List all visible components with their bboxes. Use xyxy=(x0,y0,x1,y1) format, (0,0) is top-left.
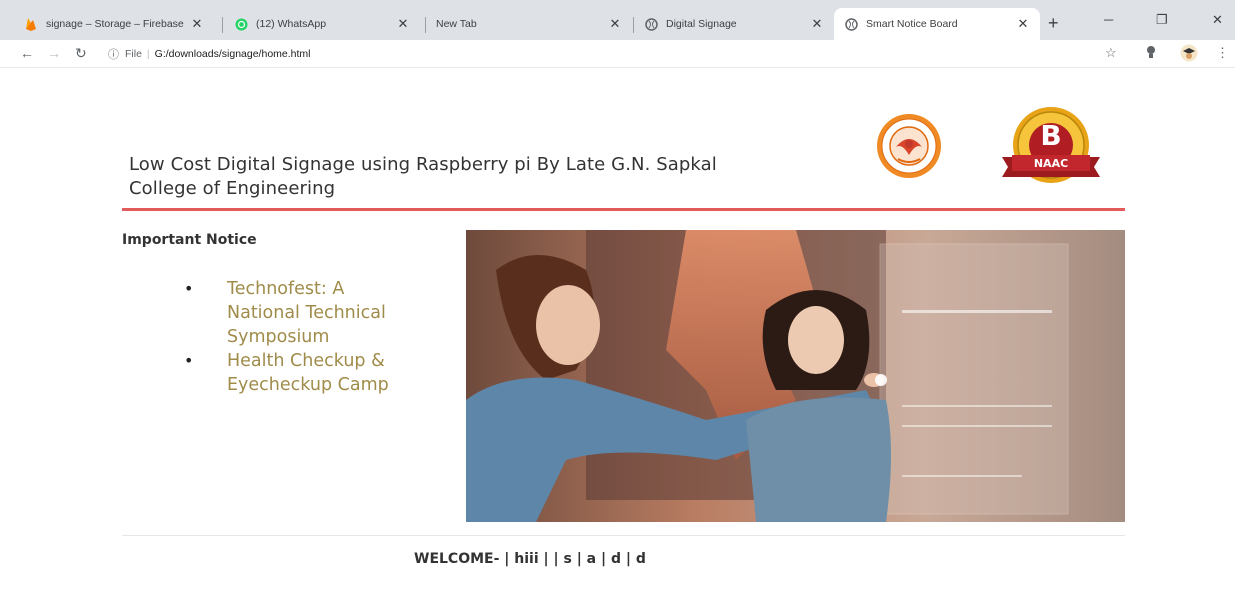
new-tab-button[interactable]: + xyxy=(1048,14,1059,32)
reload-icon[interactable]: ↻ xyxy=(75,45,87,61)
forward-arrow-icon[interactable]: → xyxy=(47,45,61,61)
close-icon[interactable]: ✕ xyxy=(608,16,622,32)
close-icon[interactable]: ✕ xyxy=(396,16,410,32)
info-icon[interactable]: ⓘ xyxy=(108,46,119,62)
minimize-button[interactable]: ─ xyxy=(1104,12,1113,27)
back-arrow-icon[interactable]: ← xyxy=(20,45,34,61)
tab-title: New Tab xyxy=(436,18,477,30)
extension-icon[interactable] xyxy=(1145,45,1157,62)
globe-icon xyxy=(644,17,658,31)
firebase-icon xyxy=(24,17,38,31)
tab-title: Smart Notice Board xyxy=(866,18,958,30)
tab-title: Digital Signage xyxy=(666,18,737,30)
globe-icon xyxy=(844,17,858,31)
address-bar[interactable]: ⓘ File | G:/downloads/signage/home.html xyxy=(108,44,1108,64)
notice-heading: Important Notice xyxy=(122,232,257,248)
restore-button[interactable]: ❐ xyxy=(1156,12,1168,28)
tab-new-tab[interactable]: New Tab ✕ xyxy=(426,8,632,40)
whatsapp-icon xyxy=(234,17,248,31)
notice-item-text: Health Checkup & Eyecheckup Camp xyxy=(227,351,389,395)
naac-ribbon-label: NAAC xyxy=(1033,157,1069,170)
page-title: Low Cost Digital Signage using Raspberry… xyxy=(129,154,717,199)
tab-title: signage – Storage – Firebase c xyxy=(46,18,184,30)
tab-whatsapp[interactable]: (12) WhatsApp ✕ xyxy=(224,8,420,40)
menu-kebab-icon[interactable]: ⋮ xyxy=(1216,45,1229,61)
url-scheme: File xyxy=(125,48,142,60)
profile-avatar-icon[interactable] xyxy=(1180,44,1198,65)
tab-separator xyxy=(222,17,223,33)
welcome-ticker: WELCOME- | hiii | | s | a | d | d xyxy=(414,551,646,567)
close-icon[interactable]: ✕ xyxy=(190,16,204,32)
tab-strip: signage – Storage – Firebase c ✕ (12) Wh… xyxy=(0,0,1235,40)
page-content: Low Cost Digital Signage using Raspberry… xyxy=(0,69,1235,606)
url-text: G:/downloads/signage/home.html xyxy=(154,48,311,60)
bookmark-star-icon[interactable]: ☆ xyxy=(1105,45,1117,61)
naac-badge: B NAAC xyxy=(998,105,1104,196)
list-item: • Health Checkup & Eyecheckup Camp xyxy=(180,349,420,397)
list-item: • Technofest: A National Technical Sympos… xyxy=(180,277,420,349)
header-divider xyxy=(122,208,1125,211)
tab-digital-signage[interactable]: Digital Signage ✕ xyxy=(634,8,834,40)
tab-title: (12) WhatsApp xyxy=(256,18,327,30)
notice-item-text: Technofest: A National Technical Symposi… xyxy=(227,279,386,347)
naac-grade-letter: B xyxy=(1040,119,1062,152)
footer-divider xyxy=(122,535,1125,536)
url-divider: | xyxy=(146,48,150,60)
close-icon[interactable]: ✕ xyxy=(1016,16,1030,32)
tab-smart-notice-board[interactable]: Smart Notice Board ✕ xyxy=(834,8,1040,40)
bullet-icon: • xyxy=(184,351,194,370)
browser-toolbar: ← → ↻ ⓘ File | G:/downloads/signage/home… xyxy=(0,40,1235,68)
bullet-icon: • xyxy=(184,279,194,298)
hero-image xyxy=(466,230,1125,522)
tab-firebase[interactable]: signage – Storage – Firebase c ✕ xyxy=(14,8,214,40)
notice-list: • Technofest: A National Technical Sympos… xyxy=(180,277,420,397)
college-seal-icon xyxy=(876,113,942,184)
close-window-button[interactable]: ✕ xyxy=(1212,12,1223,28)
close-icon[interactable]: ✕ xyxy=(810,16,824,32)
